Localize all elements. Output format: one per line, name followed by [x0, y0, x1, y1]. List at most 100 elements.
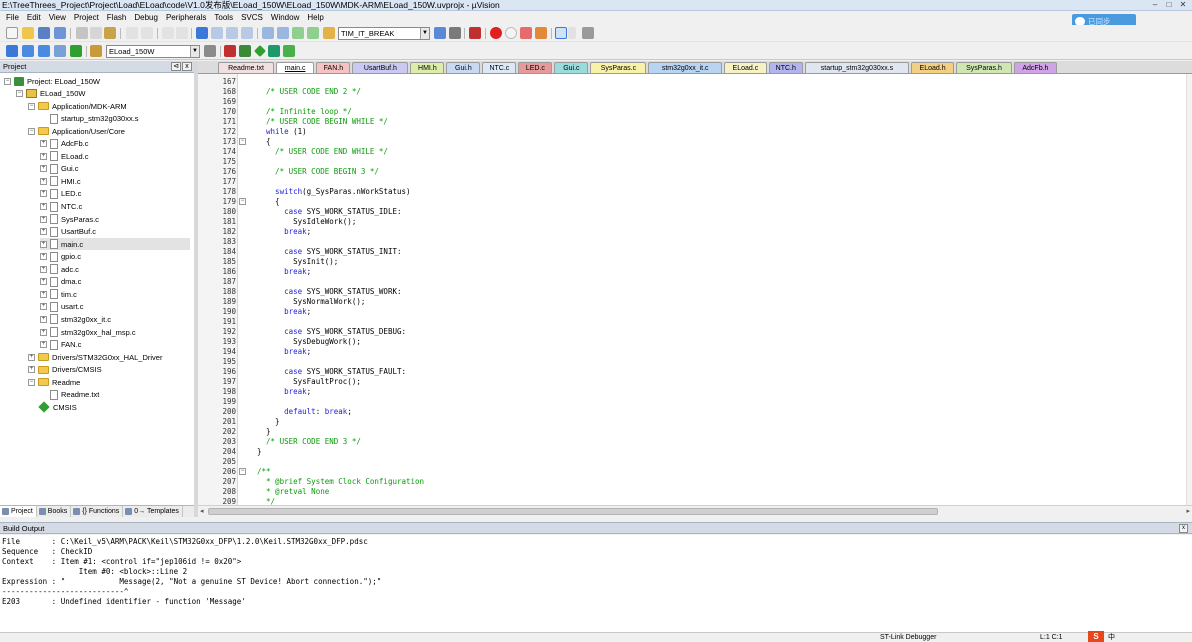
collapse-icon[interactable]: −	[28, 378, 35, 386]
clear-bookmarks-icon[interactable]	[241, 27, 253, 39]
open-file-icon[interactable]	[22, 27, 34, 39]
unindent-icon[interactable]	[277, 27, 289, 39]
redo-icon[interactable]	[141, 27, 153, 39]
tree-item[interactable]: + dma.c	[40, 276, 190, 288]
menu-project[interactable]: Project	[70, 11, 103, 24]
expand-icon[interactable]: +	[40, 152, 47, 160]
scrollbar-thumb[interactable]	[208, 508, 938, 515]
next-bookmark-icon[interactable]	[226, 27, 238, 39]
editor-tab[interactable]: LED.c	[518, 62, 553, 73]
menu-peripherals[interactable]: Peripherals	[162, 11, 210, 24]
download-icon[interactable]	[70, 45, 82, 57]
code-editor[interactable]: 167 168 169 170 171 172 173 174 175 176 177 178 179 1…	[198, 74, 1192, 505]
menu-flash[interactable]: Flash	[103, 11, 131, 24]
horizontal-scrollbar[interactable]: ◂ ▸	[198, 505, 1192, 517]
scroll-right-icon[interactable]: ▸	[1186, 507, 1190, 515]
fold-toggle-icon[interactable]: −	[239, 138, 246, 145]
tab-functions[interactable]: {} Functions	[71, 506, 124, 517]
tree-item[interactable]: + adc.c	[40, 263, 190, 275]
editor-tab[interactable]: main.c	[276, 62, 315, 73]
tree-item[interactable]: + main.c	[40, 238, 190, 251]
tree-item[interactable]: + Drivers/STM32G0xx_HAL_Driver	[28, 351, 190, 363]
expand-icon[interactable]: +	[40, 240, 47, 248]
editor-tab[interactable]: FAN.h	[316, 62, 351, 73]
tab-books[interactable]: Books	[37, 506, 72, 517]
build-output[interactable]: File : C:\Keil_v5\ARM\PACK\Keil\STM32G0x…	[0, 535, 1192, 632]
cut-icon[interactable]	[76, 27, 88, 39]
chevron-down-icon[interactable]: ▼	[190, 46, 199, 57]
paste-icon[interactable]	[104, 27, 116, 39]
save-all-icon[interactable]	[54, 27, 66, 39]
tab-project[interactable]: Project	[0, 506, 37, 517]
ime-badge[interactable]: S	[1088, 631, 1104, 642]
tree-item[interactable]: + NTC.c	[40, 201, 190, 213]
editor-tab[interactable]: HMI.h	[410, 62, 445, 73]
editor-tab[interactable]: stm32g0xx_it.c	[648, 62, 722, 73]
collapse-icon[interactable]: −	[4, 77, 11, 85]
menu-window[interactable]: Window	[267, 11, 303, 24]
bookmark-icon[interactable]	[196, 27, 208, 39]
tree-item[interactable]: − Application/MDK-ARM	[28, 100, 190, 112]
editor-tab[interactable]: SysParas.c	[590, 62, 647, 73]
expand-icon[interactable]: +	[28, 353, 35, 361]
run-time-env-icon[interactable]	[254, 45, 266, 57]
tree-item[interactable]: + HMI.c	[40, 175, 190, 187]
clear-breakpoints-icon[interactable]	[520, 27, 532, 39]
manage-components-icon[interactable]	[239, 45, 251, 57]
tree-item[interactable]: + ELoad.c	[40, 150, 190, 162]
find-in-files-icon[interactable]	[323, 27, 335, 39]
tree-item[interactable]: startup_stm32g030xx.s	[40, 113, 190, 125]
kill-breakpoints-icon[interactable]	[535, 27, 547, 39]
tree-item[interactable]: CMSIS	[28, 401, 190, 413]
menu-svcs[interactable]: SVCS	[237, 11, 267, 24]
collapse-icon[interactable]: −	[16, 90, 23, 98]
expand-icon[interactable]: +	[40, 190, 47, 198]
file-extensions-icon[interactable]	[224, 45, 236, 57]
tab-templates[interactable]: 0→ Templates	[123, 506, 183, 517]
find-combo[interactable]: TIM_IT_BREAK ▼	[338, 27, 430, 40]
fold-toggle-icon[interactable]: −	[239, 198, 246, 205]
tree-item[interactable]: + usart.c	[40, 301, 190, 313]
menu-tools[interactable]: Tools	[210, 11, 237, 24]
batch-build-icon[interactable]	[54, 45, 66, 57]
pin-button[interactable]: ⊲	[171, 62, 181, 71]
rebuild-icon[interactable]	[38, 45, 50, 57]
tree-item[interactable]: + Gui.c	[40, 163, 190, 175]
menu-view[interactable]: View	[45, 11, 70, 24]
tree-item[interactable]: Readme.txt	[40, 389, 190, 401]
editor-tab[interactable]: Gui.h	[446, 62, 481, 73]
expand-icon[interactable]: +	[40, 278, 47, 286]
editor-tab[interactable]: ELoad.h	[911, 62, 954, 73]
breakpoint-icon[interactable]	[490, 27, 502, 39]
expand-icon[interactable]: +	[40, 341, 47, 349]
new-file-icon[interactable]	[6, 27, 18, 39]
expand-icon[interactable]: +	[40, 177, 47, 185]
target-options-icon[interactable]	[90, 45, 102, 57]
panel-close-button[interactable]: x	[182, 62, 192, 71]
fold-toggle-icon[interactable]: −	[239, 468, 246, 475]
editor-tab[interactable]: UsartBuf.h	[352, 62, 409, 73]
expand-icon[interactable]: +	[40, 165, 47, 173]
window-layout-icon[interactable]	[555, 27, 567, 39]
vertical-scrollbar[interactable]	[1186, 74, 1192, 505]
expand-icon[interactable]: +	[40, 215, 47, 223]
nav-back-icon[interactable]	[162, 27, 174, 39]
collapse-icon[interactable]: −	[28, 127, 35, 135]
editor-tab[interactable]: AdcFb.h	[1014, 62, 1057, 73]
debug-session-icon[interactable]	[469, 27, 481, 39]
expand-icon[interactable]: +	[40, 140, 47, 148]
select-pack-icon[interactable]	[268, 45, 280, 57]
editor-tab[interactable]: ELoad.c	[724, 62, 767, 73]
configure-icon[interactable]	[582, 27, 594, 39]
tree-item[interactable]: − Application/User/Core	[28, 125, 190, 137]
build-output-close-button[interactable]: x	[1179, 524, 1188, 533]
collapse-icon[interactable]: −	[28, 102, 35, 110]
expand-icon[interactable]: +	[40, 203, 47, 210]
menu-edit[interactable]: Edit	[23, 11, 45, 24]
tree-item[interactable]: + UsartBuf.c	[40, 226, 190, 238]
tree-item[interactable]: + AdcFb.c	[40, 138, 190, 150]
tree-item[interactable]: + SysParas.c	[40, 213, 190, 225]
disable-breakpoint-icon[interactable]	[505, 27, 517, 39]
editor-tab[interactable]: startup_stm32g030xx.s	[804, 62, 910, 73]
maximize-button[interactable]: □	[1162, 0, 1176, 10]
